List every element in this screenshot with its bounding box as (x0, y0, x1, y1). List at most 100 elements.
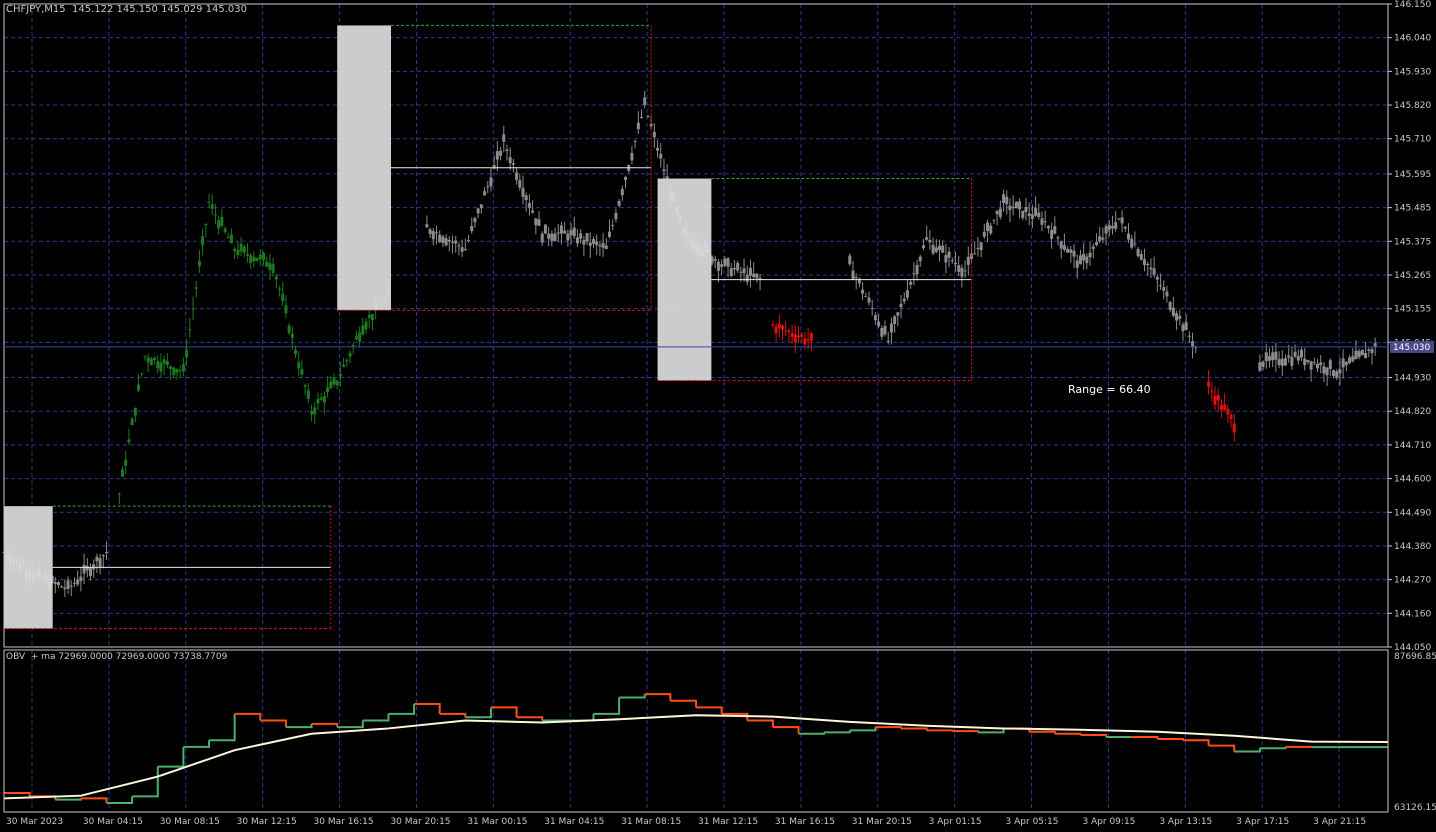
candle-body (1066, 248, 1070, 253)
candle-body (1319, 362, 1323, 366)
y-tick-label: 144.270 (1394, 576, 1431, 586)
candle-body (342, 364, 346, 367)
candle-body (470, 225, 474, 232)
candle-body (748, 267, 752, 276)
candle-body (130, 418, 134, 426)
candle-body (572, 227, 576, 237)
candle-body (1219, 405, 1223, 410)
candle-body (236, 250, 240, 256)
candle-body (1136, 248, 1140, 257)
candle-body (1120, 217, 1124, 224)
candle-body (1344, 361, 1348, 366)
y-tick-label: 146.150 (1394, 0, 1431, 10)
candle-body (774, 326, 778, 334)
candle-body (1117, 218, 1121, 220)
candle-body (864, 296, 868, 298)
candle-body (143, 356, 147, 358)
candle-body (604, 245, 608, 249)
y-tick-label: 144.930 (1394, 374, 1431, 384)
candle-body (723, 258, 727, 266)
candle-body (954, 262, 957, 265)
candle-body (620, 188, 624, 196)
candle-body (495, 151, 499, 160)
x-tick-label: 30 Mar 2023 (6, 817, 63, 827)
candle-body (1094, 242, 1098, 246)
candle-body (137, 384, 141, 391)
candle-body (354, 336, 358, 340)
candle-body (973, 253, 977, 255)
candle-body (499, 150, 503, 156)
candle-body (800, 334, 804, 337)
candle-body (771, 324, 775, 326)
candle-body (1287, 355, 1291, 358)
candle-body (1216, 395, 1220, 401)
candle-body (60, 586, 64, 588)
candle-body (752, 273, 756, 278)
candle-body (1210, 391, 1214, 393)
candle-body (1046, 225, 1050, 229)
candle-body (1030, 214, 1034, 219)
candle-body (1171, 307, 1175, 316)
candle-body (1351, 356, 1355, 362)
candle-body (1014, 201, 1018, 209)
candle-body (121, 469, 125, 477)
candle-body (255, 257, 259, 261)
candle-body (1325, 367, 1329, 376)
candle-body (1155, 276, 1159, 280)
candle-body (69, 585, 73, 587)
candle-body (454, 240, 458, 244)
y-tick-label: 144.600 (1394, 475, 1431, 485)
candle-body (303, 385, 307, 387)
session-box (337, 25, 392, 311)
candle-body (1027, 213, 1031, 216)
candle-body (511, 163, 515, 165)
candle-body (1018, 201, 1022, 210)
candle-body (367, 314, 371, 318)
candle-body (588, 242, 592, 246)
candle-body (579, 233, 583, 239)
candle-body (281, 293, 285, 302)
candle-body (265, 261, 269, 267)
candle-body (899, 303, 903, 308)
candle-body (640, 117, 644, 119)
candle-body (89, 567, 92, 577)
candle-body (941, 245, 945, 253)
candle-body (502, 134, 506, 142)
trading-chart[interactable]: 146.150 146.040 145.930 145.820 145.710 145.5… (0, 0, 1436, 832)
candle-body (326, 387, 330, 393)
candle-body (543, 224, 547, 234)
candle-body (925, 237, 929, 240)
candle-body (441, 236, 445, 243)
candle-body (950, 260, 954, 262)
candle-body (370, 314, 374, 321)
candle-body (1274, 351, 1278, 360)
candle-body (646, 115, 650, 117)
candle-body (1316, 363, 1320, 369)
candle-body (332, 377, 336, 385)
candle-body (85, 565, 89, 571)
candle-body (76, 579, 80, 585)
candle-body (1123, 226, 1127, 229)
candle-body (877, 321, 881, 327)
candle-body (527, 203, 531, 208)
candle-body (537, 219, 541, 226)
session-box (4, 506, 53, 629)
candle-body (53, 582, 57, 584)
candle-body (1223, 404, 1227, 410)
candle-body (1364, 353, 1368, 359)
x-tick-label: 3 Apr 05:15 (1006, 817, 1059, 827)
candle-body (345, 359, 349, 361)
x-tick-label: 30 Mar 16:15 (314, 817, 374, 827)
candle-body (1053, 226, 1057, 234)
candle-body (1059, 241, 1063, 249)
candle-body (656, 147, 660, 151)
candle-body (1002, 194, 1006, 204)
candle-body (169, 366, 173, 369)
candle-body (72, 582, 76, 584)
candle-body (79, 576, 83, 581)
candle-body (755, 273, 759, 279)
candle-body (316, 399, 320, 404)
candle-body (294, 349, 298, 355)
candle-body (957, 265, 961, 272)
candle-body (105, 552, 109, 554)
